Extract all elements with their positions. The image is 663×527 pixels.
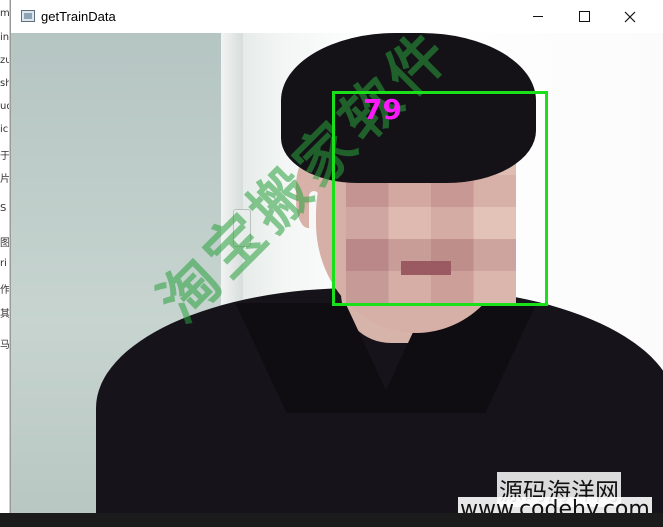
maximize-button[interactable] xyxy=(561,0,607,33)
background-window: m in zu sh ud ic 于 片 S 图 ri 作 其 马 xyxy=(0,0,13,527)
title-bar[interactable]: getTrainData xyxy=(11,0,663,33)
recognition-score: 79 xyxy=(363,93,402,126)
bg-text: 于 xyxy=(0,151,10,162)
app-window-icon xyxy=(21,10,35,22)
bg-text: 图 xyxy=(0,238,10,249)
maximize-icon xyxy=(578,11,590,22)
app-window: getTrainData 淘宝搬家软件 79 xyxy=(10,0,663,513)
bg-text: 片 xyxy=(0,174,10,185)
bg-text: 作 xyxy=(0,285,10,296)
minimize-button[interactable] xyxy=(515,0,561,33)
camera-frame: 淘宝搬家软件 79 xyxy=(11,33,663,513)
taskbar xyxy=(0,513,663,527)
bg-text: in xyxy=(0,32,10,43)
bg-text: ri xyxy=(0,258,7,269)
bg-text: S xyxy=(0,203,7,214)
window-title: getTrainData xyxy=(41,9,116,24)
close-icon xyxy=(624,11,636,22)
close-button[interactable] xyxy=(607,0,653,33)
bg-text: 马 xyxy=(0,340,10,351)
bg-text: m xyxy=(0,8,10,19)
minimize-icon xyxy=(533,16,543,17)
bg-text: 其 xyxy=(0,309,10,320)
bg-text: ic xyxy=(0,124,9,135)
